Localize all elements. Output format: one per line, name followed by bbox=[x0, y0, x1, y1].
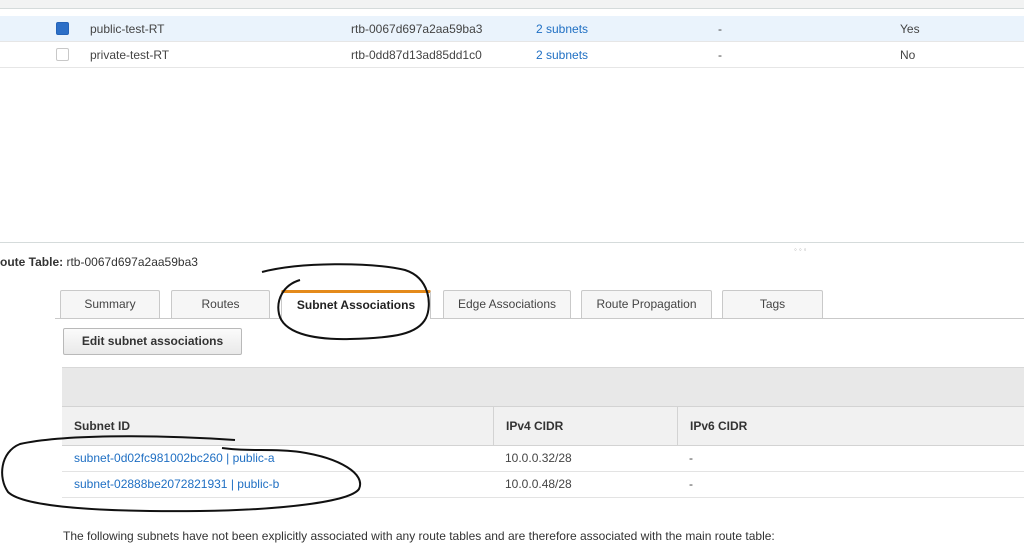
splitter-handle-icon[interactable]: ◦◦◦ bbox=[794, 245, 809, 254]
table-row: subnet-02888be2072821931 | public-b 10.0… bbox=[62, 471, 1024, 498]
tab-routes[interactable]: Routes bbox=[171, 290, 270, 318]
explicit-subnet-link[interactable]: 2 subnets bbox=[536, 48, 588, 62]
tab-summary[interactable]: Summary bbox=[60, 290, 160, 318]
tab-route-propagation[interactable]: Route Propagation bbox=[581, 290, 712, 318]
tab-edge-associations[interactable]: Edge Associations bbox=[443, 290, 571, 318]
row-checkbox[interactable] bbox=[56, 22, 69, 35]
explicit-subnet-link[interactable]: 2 subnets bbox=[536, 22, 588, 36]
ipv4-cidr-value: 10.0.0.48/28 bbox=[505, 477, 572, 491]
details-title: oute Table: rtb-0067d697a2aa59ba3 bbox=[0, 255, 198, 269]
ipv6-cidr-value: - bbox=[689, 451, 693, 465]
route-table-id: rtb-0067d697a2aa59ba3 bbox=[351, 22, 483, 36]
ipv6-cidr-value: - bbox=[689, 477, 693, 491]
subnet-link[interactable]: subnet-0d02fc981002bc260 | public-a bbox=[74, 451, 275, 465]
tab-tags[interactable]: Tags bbox=[722, 290, 823, 318]
route-table-name: public-test-RT bbox=[90, 22, 165, 36]
column-subnet-id[interactable]: Subnet ID bbox=[62, 407, 493, 445]
route-table-row[interactable]: public-test-RT rtb-0067d697a2aa59ba3 2 s… bbox=[0, 16, 1024, 42]
column-ipv6-cidr[interactable]: IPv6 CIDR bbox=[677, 407, 1024, 445]
subnet-link[interactable]: subnet-02888be2072821931 | public-b bbox=[74, 477, 279, 491]
details-label: oute Table: bbox=[0, 255, 64, 269]
route-tables-header bbox=[0, 0, 1024, 9]
edit-subnet-associations-button[interactable]: Edit subnet associations bbox=[63, 328, 242, 355]
route-table-id: rtb-0dd87d13ad85dd1c0 bbox=[351, 48, 482, 62]
details-route-table-id: rtb-0067d697a2aa59ba3 bbox=[66, 255, 198, 269]
row-checkbox[interactable] bbox=[56, 48, 69, 61]
table-row: subnet-0d02fc981002bc260 | public-a 10.0… bbox=[62, 445, 1024, 472]
panel-splitter[interactable] bbox=[0, 242, 1024, 243]
route-table-row[interactable]: private-test-RT rtb-0dd87d13ad85dd1c0 2 … bbox=[0, 42, 1024, 68]
tabs-underline bbox=[55, 318, 1024, 319]
ipv4-cidr-value: 10.0.0.32/28 bbox=[505, 451, 572, 465]
tab-subnet-associations[interactable]: Subnet Associations bbox=[281, 290, 431, 319]
route-table-name: private-test-RT bbox=[90, 48, 170, 62]
subnet-table-header: Subnet ID IPv4 CIDR IPv6 CIDR bbox=[62, 406, 1024, 446]
main-value: Yes bbox=[900, 22, 920, 36]
subnet-table-toolbar bbox=[62, 367, 1024, 406]
edge-associations-value: - bbox=[718, 48, 722, 62]
edge-associations-value: - bbox=[718, 22, 722, 36]
main-value: No bbox=[900, 48, 916, 62]
main-route-table-note: The following subnets have not been expl… bbox=[63, 529, 775, 543]
column-ipv4-cidr[interactable]: IPv4 CIDR bbox=[493, 407, 677, 445]
